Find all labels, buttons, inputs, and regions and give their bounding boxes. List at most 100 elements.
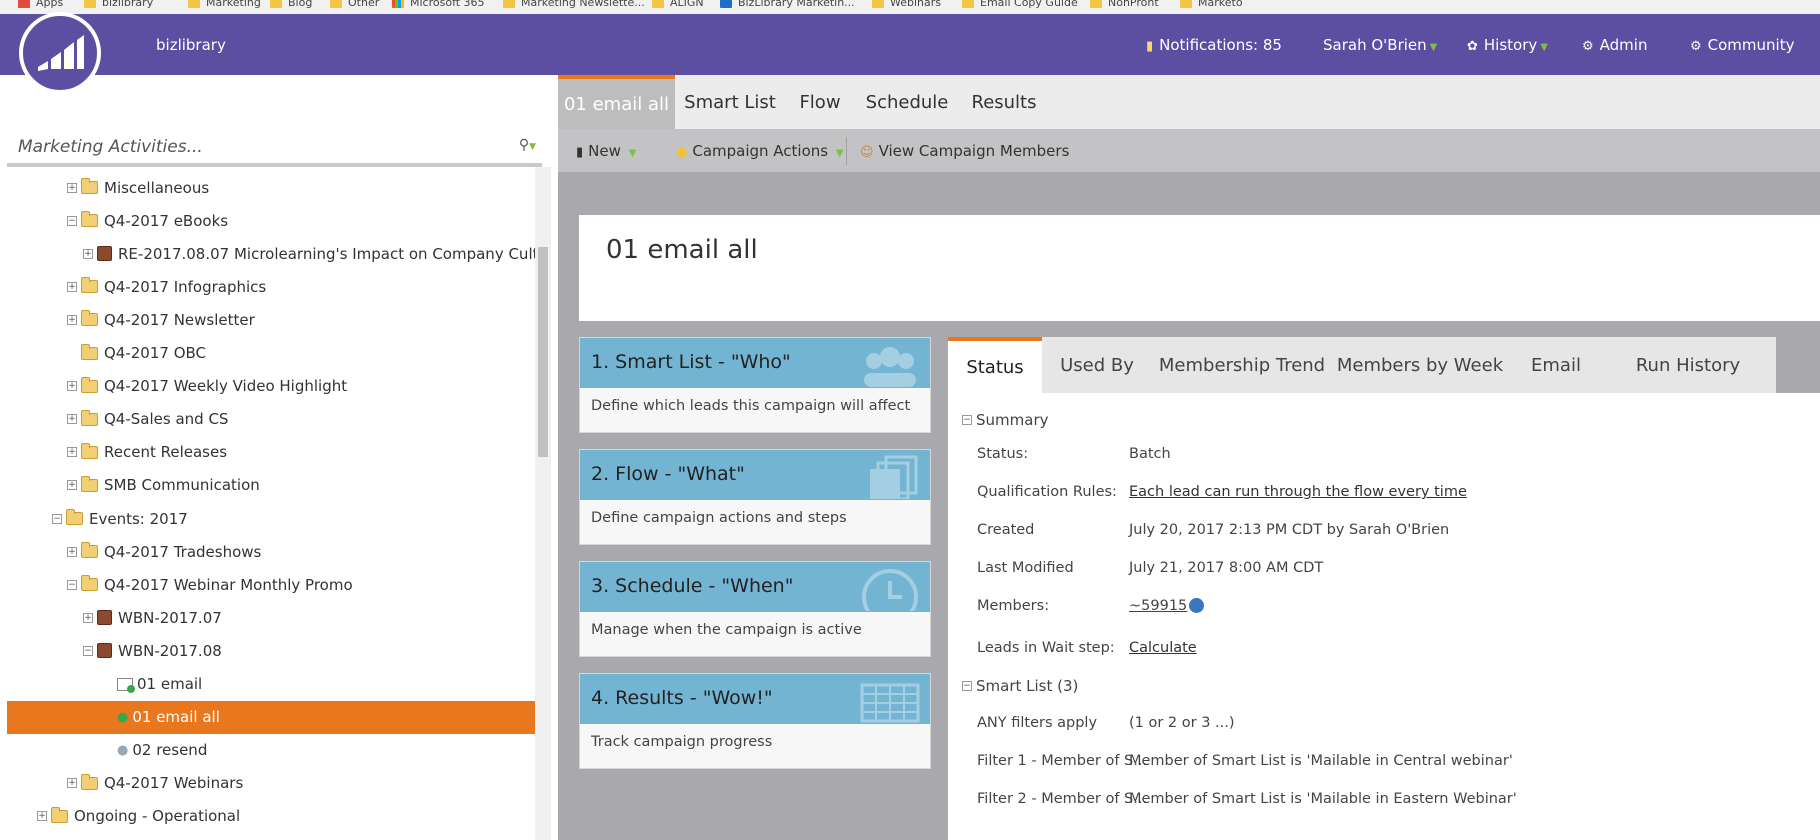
tree-item[interactable]: + Q4-Sales and CS xyxy=(7,403,542,436)
admin-link[interactable]: ⚙ Admin xyxy=(1582,36,1647,54)
expand-icon[interactable]: + xyxy=(67,447,77,458)
tree-item[interactable]: ● 01 email all xyxy=(7,700,542,734)
step-card-smart-list[interactable]: 1. Smart List - "Who" Define which leads… xyxy=(579,337,931,433)
marketo-logo[interactable] xyxy=(19,12,101,94)
expand-icon[interactable]: + xyxy=(67,182,77,193)
bookmark-bizlibrary[interactable]: bizlibrary xyxy=(84,0,153,9)
tree-scrollbar[interactable] xyxy=(535,167,551,840)
expand-icon[interactable]: + xyxy=(67,314,77,325)
apps-grid-icon xyxy=(18,0,30,8)
email-icon xyxy=(117,677,135,693)
summary-label-last-modified: Last Modified xyxy=(977,560,1074,576)
tree-item[interactable]: − Q4-2017 eBooks xyxy=(7,204,542,237)
tab-email[interactable]: Email xyxy=(1508,337,1604,393)
chevron-down-icon: ▼ xyxy=(1540,42,1548,53)
expand-icon[interactable]: + xyxy=(67,381,77,392)
tree-item-content: + Q4-2017 Weekly Video Highlight xyxy=(67,376,347,395)
folder-icon xyxy=(81,211,98,228)
tab-status[interactable]: Status xyxy=(948,337,1042,393)
tab-used-by[interactable]: Used By xyxy=(1042,337,1152,393)
summary-section-toggle[interactable]: − Summary xyxy=(962,411,1049,429)
expand-icon[interactable]: + xyxy=(83,248,93,259)
collapse-icon[interactable]: − xyxy=(52,513,62,524)
tree-item[interactable]: + Q4-2017 Newsletter xyxy=(7,303,542,336)
tree-item[interactable]: + WBN-2017.07 xyxy=(7,601,542,634)
tree-item[interactable]: + Q4-2017 Infographics xyxy=(7,270,542,303)
members-count-link[interactable]: ~59915 xyxy=(1129,598,1187,614)
bookmark-blog[interactable]: Blog xyxy=(270,0,312,9)
community-link[interactable]: ⚙ Community xyxy=(1690,36,1794,54)
folder-icon xyxy=(1180,0,1192,8)
bookmark-marketing[interactable]: Marketing xyxy=(188,0,261,9)
bookmark-marketo[interactable]: Marketo xyxy=(1180,0,1243,9)
folder-icon xyxy=(81,542,98,559)
expand-icon[interactable]: + xyxy=(67,778,77,789)
tree-item[interactable]: + Q4-2017 Weekly Video Highlight xyxy=(7,370,542,403)
tree-item[interactable]: − WBN-2017.08 xyxy=(7,634,542,667)
tree-item[interactable]: 01 email xyxy=(7,668,542,701)
tree-item[interactable]: + Q4-2017 Webinars xyxy=(7,767,542,800)
expand-icon[interactable]: + xyxy=(67,414,77,425)
user-menu[interactable]: Sarah O'Brien ▼ xyxy=(1323,36,1437,54)
step-card-results[interactable]: 4. Results - "Wow!" Track campaign progr… xyxy=(579,673,931,769)
tree-item[interactable]: + RE-2017.08.07 Microlearning's Impact on… xyxy=(7,237,542,270)
tree-item[interactable]: Q4-2017 OBC xyxy=(7,337,542,370)
collapse-icon[interactable]: − xyxy=(67,579,77,590)
bookmark-marketing-newsletter[interactable]: Marketing Newslette... xyxy=(503,0,645,9)
brand-name[interactable]: bizlibrary xyxy=(156,36,226,54)
filter-icon[interactable]: ⚲▼ xyxy=(519,137,536,153)
bookmark-bizlibrary-marketing[interactable]: BizLibrary Marketin... xyxy=(720,0,855,9)
page-title: 01 email all xyxy=(606,235,758,265)
history-menu[interactable]: ✿ History ▼ xyxy=(1467,36,1548,54)
tab-campaign-home[interactable]: 01 email all xyxy=(558,75,675,129)
tree-item[interactable]: + SMB Communication xyxy=(7,469,542,502)
tree-scrollbar-thumb[interactable] xyxy=(538,247,548,457)
smart-list-section-toggle[interactable]: − Smart List (3) xyxy=(962,677,1078,695)
expand-icon[interactable]: + xyxy=(67,281,77,292)
tab-results[interactable]: Results xyxy=(959,75,1049,129)
bookmark-microsoft-365[interactable]: Microsoft 365 xyxy=(392,0,485,9)
campaign-actions-button[interactable]: ● Campaign Actions ▼ xyxy=(676,142,844,160)
bookmark-email-copy-guide[interactable]: Email Copy Guide xyxy=(962,0,1078,9)
smart-list-value-filter-1: Member of Smart List is 'Mailable in Cen… xyxy=(1129,753,1513,769)
tab-schedule[interactable]: Schedule xyxy=(855,75,959,129)
tabs-overflow-area xyxy=(1776,337,1820,393)
tree-item[interactable]: ● 02 resend xyxy=(7,734,542,767)
bookmark-webinars[interactable]: Webinars xyxy=(872,0,941,9)
expand-icon[interactable]: + xyxy=(67,480,77,491)
step-card-flow[interactable]: 2. Flow - "What" Define campaign actions… xyxy=(579,449,931,545)
tab-smart-list[interactable]: Smart List xyxy=(675,75,785,129)
bookmark-apps[interactable]: Apps xyxy=(18,0,63,9)
collapse-icon[interactable]: − xyxy=(83,645,93,656)
tree-item[interactable]: − Events: 2017 xyxy=(7,502,542,535)
bookmark-nonpront[interactable]: NonPront xyxy=(1090,0,1159,9)
tab-membership-trend[interactable]: Membership Trend xyxy=(1152,337,1332,393)
view-campaign-members-button[interactable]: ☺ View Campaign Members xyxy=(860,142,1069,160)
marketing-activities-search-input[interactable] xyxy=(18,133,498,161)
tab-flow[interactable]: Flow xyxy=(785,75,855,129)
expand-icon[interactable]: + xyxy=(83,612,93,623)
expand-icon[interactable]: + xyxy=(37,811,47,822)
calculate-link[interactable]: Calculate xyxy=(1129,640,1197,656)
notifications-button[interactable]: ▮ Notifications: 85 xyxy=(1146,36,1282,54)
tree-item[interactable]: + Miscellaneous xyxy=(7,171,542,204)
qualification-rules-link[interactable]: Each lead can run through the flow every… xyxy=(1129,484,1467,500)
collapse-icon: − xyxy=(962,681,972,691)
tree-item[interactable]: + Q4-2017 Tradeshows xyxy=(7,535,542,568)
tree-item[interactable]: − Q4-2017 Webinar Monthly Promo xyxy=(7,568,542,601)
tree-item-label: Q4-2017 OBC xyxy=(104,344,207,362)
globe-icon[interactable] xyxy=(1189,598,1205,613)
collapse-icon[interactable]: − xyxy=(67,215,77,226)
tree-item-label: SMB Communication xyxy=(104,476,260,495)
summary-label-members: Members: xyxy=(977,598,1050,614)
tree-item-content: + Recent Releases xyxy=(67,442,227,461)
tree-item[interactable]: + Ongoing - Operational xyxy=(7,800,542,833)
bookmark-align[interactable]: ALIGN xyxy=(652,0,704,9)
tab-run-history[interactable]: Run History xyxy=(1604,337,1772,393)
step-card-schedule[interactable]: 3. Schedule - "When" Manage when the cam… xyxy=(579,561,931,657)
expand-icon[interactable]: + xyxy=(67,546,77,557)
tab-members-by-week[interactable]: Members by Week xyxy=(1332,337,1508,393)
tree-item[interactable]: + Recent Releases xyxy=(7,436,542,469)
new-button[interactable]: ▮ New ▼ xyxy=(576,142,636,160)
bookmark-other[interactable]: Other xyxy=(330,0,379,9)
